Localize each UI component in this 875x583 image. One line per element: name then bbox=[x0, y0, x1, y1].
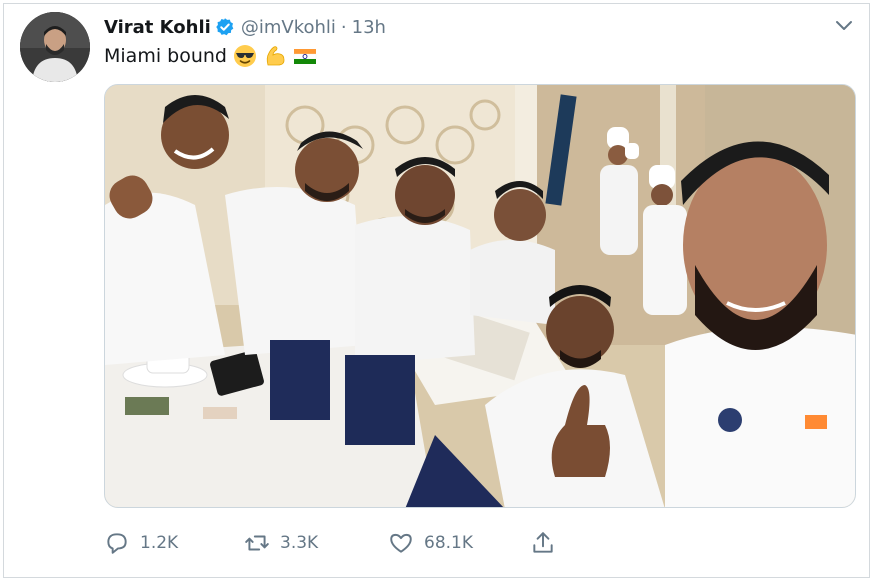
retweet-icon bbox=[245, 535, 269, 551]
author-name[interactable]: Virat Kohli bbox=[104, 17, 211, 38]
tweet-photo[interactable] bbox=[104, 84, 856, 508]
separator-dot: · bbox=[340, 16, 347, 38]
like-icon bbox=[390, 533, 412, 553]
tweet-timestamp[interactable]: 13h bbox=[352, 17, 386, 38]
reply-count: 1.2K bbox=[140, 533, 179, 553]
reply-button[interactable]: 1.2K bbox=[104, 530, 244, 556]
tweet-body: Miami bound bbox=[104, 45, 227, 67]
sunglasses-face-emoji bbox=[233, 44, 257, 68]
tweet-card[interactable]: Virat Kohli @imVkohli · 13h Miami bound bbox=[3, 3, 870, 578]
like-count: 68.1K bbox=[424, 533, 473, 553]
chevron-down-icon[interactable] bbox=[833, 16, 855, 34]
reply-icon bbox=[107, 533, 127, 554]
india-flag-emoji bbox=[293, 44, 317, 68]
retweet-count: 3.3K bbox=[280, 533, 319, 553]
share-button[interactable] bbox=[530, 530, 566, 556]
retweet-button[interactable]: 3.3K bbox=[244, 530, 388, 556]
flexed-biceps-emoji bbox=[263, 44, 287, 68]
tweet-header: Virat Kohli @imVkohli · 13h bbox=[104, 14, 386, 40]
share-icon bbox=[533, 532, 553, 553]
like-button[interactable]: 68.1K bbox=[388, 530, 530, 556]
tweet-actions: 1.2K 3.3K 68.1K bbox=[104, 526, 566, 560]
tweet-text: Miami bound bbox=[104, 44, 317, 68]
avatar[interactable] bbox=[20, 12, 90, 82]
author-handle[interactable]: @imVkohli bbox=[241, 17, 336, 38]
verified-badge-icon bbox=[215, 17, 235, 37]
